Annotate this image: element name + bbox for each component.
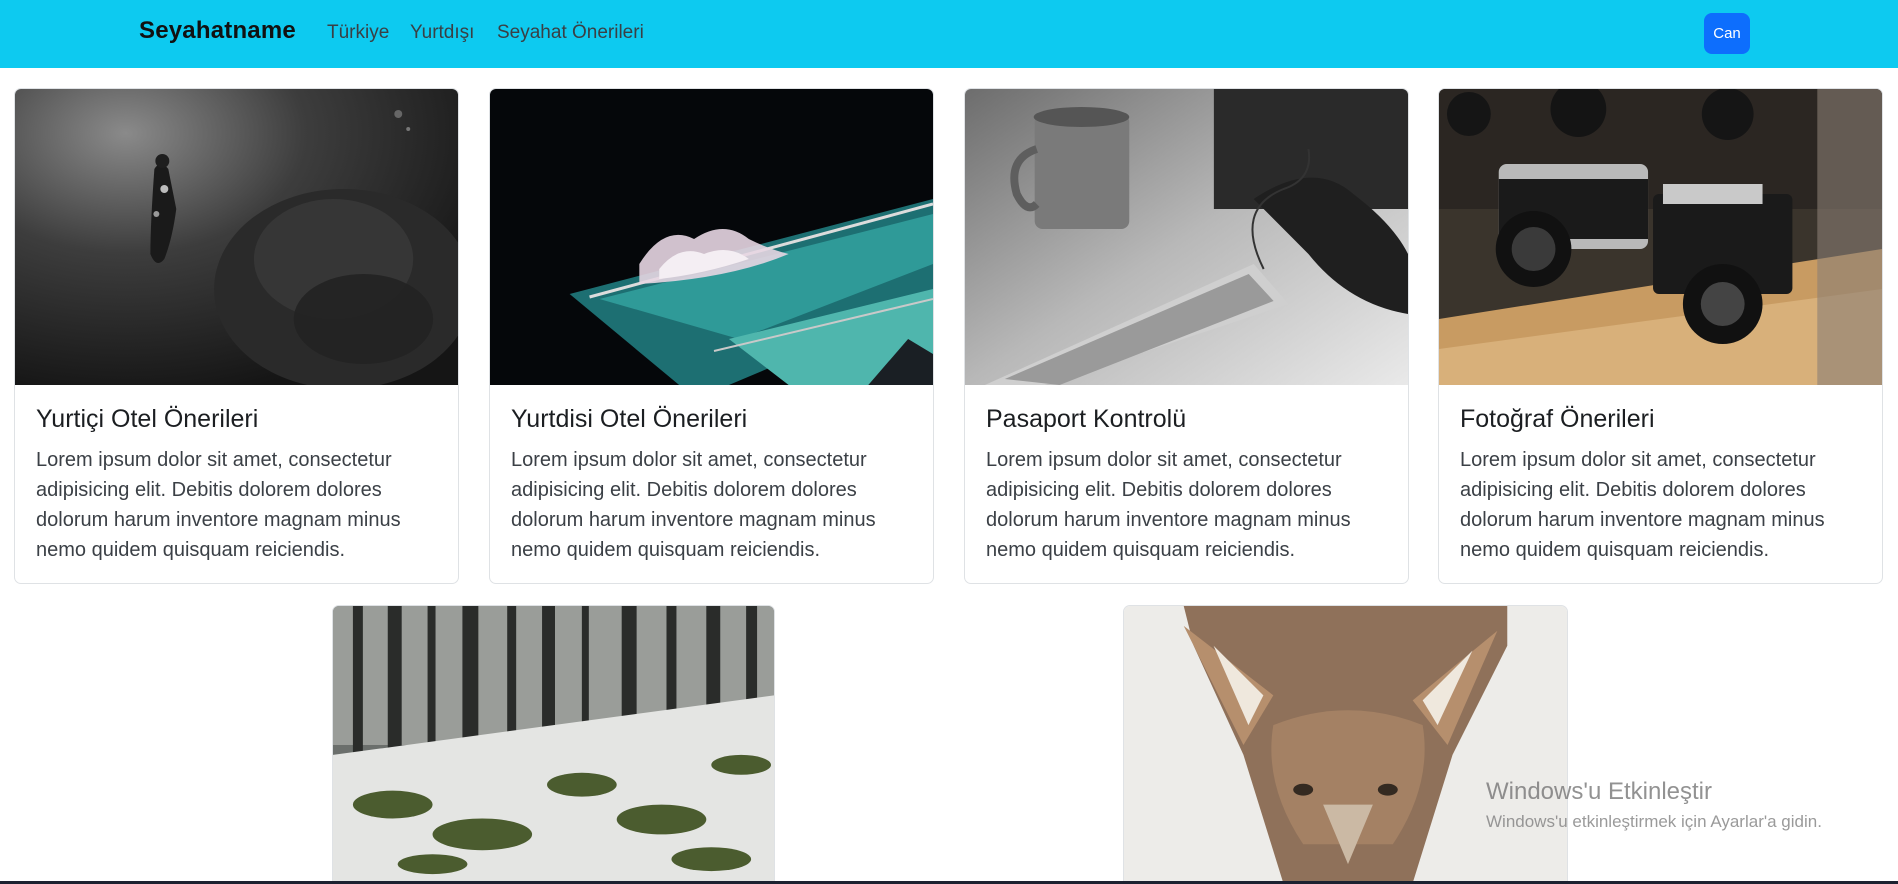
card-text: Lorem ipsum dolor sit amet, consectetur … <box>511 449 876 561</box>
card-yurtici-otel[interactable]: Yurtiçi Otel Önerileri Lorem ipsum dolor… <box>14 88 459 584</box>
brand-link[interactable]: Seyahatname <box>139 17 296 45</box>
card-title: Yurtiçi Otel Önerileri <box>36 405 259 433</box>
keyboard-mug-photo <box>965 89 1408 385</box>
vintage-cameras-photo <box>1439 89 1882 385</box>
card-text: Lorem ipsum dolor sit amet, consectetur … <box>36 449 401 561</box>
card-fotograf-onerileri[interactable]: Fotoğraf Önerileri Lorem ipsum dolor sit… <box>1438 88 1883 584</box>
card-pasaport-kontrolu[interactable]: Pasaport Kontrolü Lorem ipsum dolor sit … <box>964 88 1409 584</box>
windows-activation-title: Windows'u Etkinleştir <box>1486 778 1712 805</box>
card-title: Yurtdisi Otel Önerileri <box>511 405 748 433</box>
user-button[interactable]: Can <box>1704 13 1750 54</box>
card-title: Fotoğraf Önerileri <box>1460 405 1655 433</box>
card-title: Pasaport Kontrolü <box>986 405 1187 433</box>
snowy-forest-photo <box>333 606 774 883</box>
windows-activation-subtitle: Windows'u etkinleştirmek için Ayarlar'a … <box>1486 812 1822 831</box>
underwater-diver-photo <box>15 89 458 385</box>
card-text: Lorem ipsum dolor sit amet, consectetur … <box>986 449 1351 561</box>
navbar: Seyahatname Türkiye Yurtdışı Seyahat Öne… <box>0 0 1898 68</box>
card-text: Lorem ipsum dolor sit amet, consectetur … <box>1460 449 1825 561</box>
snowy-forest-card[interactable] <box>332 605 775 884</box>
nav-link-turkiye[interactable]: Türkiye <box>327 22 389 44</box>
night-pool-photo <box>490 89 933 385</box>
fox-card[interactable] <box>1123 605 1568 884</box>
nav-link-yurtdisi[interactable]: Yurtdışı <box>410 22 474 44</box>
card-yurtdisi-otel[interactable]: Yurtdisi Otel Önerileri Lorem ipsum dolo… <box>489 88 934 584</box>
nav-link-seyahat-onerileri[interactable]: Seyahat Önerileri <box>497 22 644 44</box>
fox-photo <box>1124 606 1567 883</box>
